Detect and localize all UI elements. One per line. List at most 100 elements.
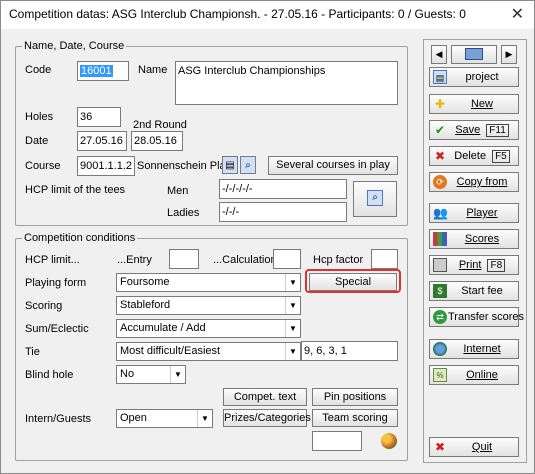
player-label: Player (466, 207, 498, 219)
extra-input[interactable] (312, 431, 362, 451)
intern-guests-label: Intern/Guests (25, 413, 92, 425)
nav-next-button[interactable]: ▶ (501, 45, 517, 64)
plus-icon: ✚ (434, 97, 446, 111)
copy-from-label: Copy from (456, 176, 508, 188)
hcp-factor-label: Hcp factor (313, 254, 364, 266)
internet-label: Internet (463, 343, 501, 355)
intern-guests-select[interactable]: Open ▼ (116, 409, 213, 428)
calculation-input[interactable] (273, 249, 301, 269)
blind-hole-select[interactable]: No ▼ (116, 365, 186, 384)
new-button[interactable]: ✚ New (429, 94, 519, 114)
globe-icon (433, 342, 447, 356)
blind-hole-label: Blind hole (25, 369, 74, 381)
delete-icon: ✖ (434, 149, 446, 163)
online-label: Online (466, 369, 498, 381)
course-name: Sonnenschein Pla (137, 160, 222, 172)
several-courses-button[interactable]: Several courses in play (268, 156, 398, 175)
start-fee-label: Start fee (461, 285, 503, 297)
code-label: Code (25, 64, 52, 76)
hcp-factor-input[interactable] (371, 249, 398, 269)
internet-button[interactable]: Internet (429, 339, 519, 359)
save-label: Save (455, 124, 481, 136)
team-scoring-button[interactable]: Team scoring (312, 409, 398, 427)
group-caption: Name, Date, Course (22, 40, 127, 52)
project-icon: ▤ (433, 70, 447, 84)
print-button[interactable]: Print F8 (429, 255, 519, 275)
money-icon: $ (433, 284, 447, 298)
search-icon: ⌕ (367, 190, 383, 206)
print-shortcut: F8 (487, 259, 506, 272)
holes-input[interactable]: 36 (77, 107, 121, 127)
intern-guests-value: Open (120, 412, 147, 424)
start-fee-button[interactable]: $ Start fee (429, 281, 519, 301)
compet-text-button[interactable]: Compet. text (223, 388, 307, 406)
sum-eclectic-value: Accumulate / Add (120, 322, 206, 334)
pin-positions-button[interactable]: Pin positions (312, 388, 398, 406)
team-scoring-label: Team scoring (322, 412, 388, 424)
save-shortcut: F11 (486, 124, 509, 137)
new-label: New (470, 98, 493, 110)
ladies-input[interactable]: -/-/- (219, 202, 347, 222)
check-icon: ✔ (434, 123, 446, 137)
course-label: Course (25, 160, 61, 172)
online-button[interactable]: % Online (429, 365, 519, 385)
printer-icon (433, 258, 447, 272)
title-bar: Competition datas: ASG Interclub Champio… (1, 1, 534, 29)
second-round-date-input[interactable]: 28.05.16 (131, 131, 183, 151)
player-button[interactable]: 👥 Player (429, 203, 519, 223)
sum-eclectic-label: Sum/Eclectic (25, 323, 89, 335)
prizes-categories-button[interactable]: Prizes/Categories (223, 409, 311, 427)
competition-window: Competition datas: ASG Interclub Champio… (0, 0, 535, 474)
table-icon: ▤ (225, 160, 235, 171)
chevron-down-icon: ▼ (285, 297, 300, 314)
blind-hole-value: No (120, 368, 135, 380)
name-label: Name (138, 64, 168, 76)
second-round-label: 2nd Round (133, 119, 187, 131)
playing-form-label: Playing form (25, 277, 87, 289)
course-search-button[interactable]: ⌕ (240, 156, 256, 174)
copy-from-button[interactable]: ⟳ Copy from (429, 172, 519, 192)
compet-text-label: Compet. text (233, 391, 297, 403)
scores-icon (433, 232, 447, 246)
delete-label: Delete (454, 150, 487, 162)
name-input[interactable]: ASG Interclub Championships (175, 61, 398, 105)
course-table-button[interactable]: ▤ (222, 156, 238, 174)
code-value: 16001 (80, 65, 113, 77)
hcp-limit-tees-label: HCP limit of the tees (25, 184, 126, 196)
close-icon[interactable]: ✕ (511, 4, 524, 24)
sum-eclectic-select[interactable]: Accumulate / Add ▼ (116, 319, 301, 338)
scores-button[interactable]: Scores (429, 229, 519, 249)
nav-print-button[interactable] (451, 45, 497, 64)
delete-button[interactable]: ✖ Delete F5 (429, 146, 519, 166)
tie-label: Tie (25, 346, 40, 358)
men-input[interactable]: -/-/-/-/- (219, 179, 347, 199)
print-label: Print (458, 259, 482, 271)
transfer-icon: ⇄ (433, 310, 447, 324)
nav-prev-button[interactable]: ◀ (431, 45, 447, 64)
chevron-down-icon: ▼ (197, 410, 212, 427)
several-courses-label: Several courses in play (276, 159, 390, 171)
color-palette-icon[interactable] (381, 433, 397, 449)
tie-select[interactable]: Most difficult/Easiest ▼ (116, 342, 301, 361)
save-button[interactable]: ✔ Save F11 (429, 120, 519, 140)
project-button[interactable]: ▤ project (429, 67, 519, 87)
chevron-down-icon: ▼ (170, 366, 185, 383)
course-code-input[interactable]: 9001.1.1.2 (77, 156, 135, 176)
group-caption: Competition conditions (22, 232, 138, 244)
entry-input[interactable] (169, 249, 199, 269)
date-input[interactable]: 27.05.16 (77, 131, 127, 151)
playing-form-select[interactable]: Foursome ▼ (116, 273, 301, 292)
delete-shortcut: F5 (492, 150, 510, 163)
code-input[interactable]: 16001 (77, 61, 129, 81)
entry-label: ...Entry (117, 254, 152, 266)
quit-button[interactable]: ✖ Quit (429, 437, 519, 457)
scoring-value: Stableford (120, 299, 171, 311)
search-icon: ⌕ (245, 160, 251, 171)
scoring-select[interactable]: Stableford ▼ (116, 296, 301, 315)
project-label: project (465, 71, 499, 83)
tie-holes-input[interactable]: 9, 6, 3, 1 (301, 341, 398, 361)
transfer-scores-button[interactable]: ⇄ Transfer scores (429, 307, 524, 327)
quit-icon: ✖ (434, 440, 446, 454)
tee-search-button[interactable]: ⌕ (353, 181, 397, 217)
chevron-down-icon: ▼ (285, 343, 300, 360)
